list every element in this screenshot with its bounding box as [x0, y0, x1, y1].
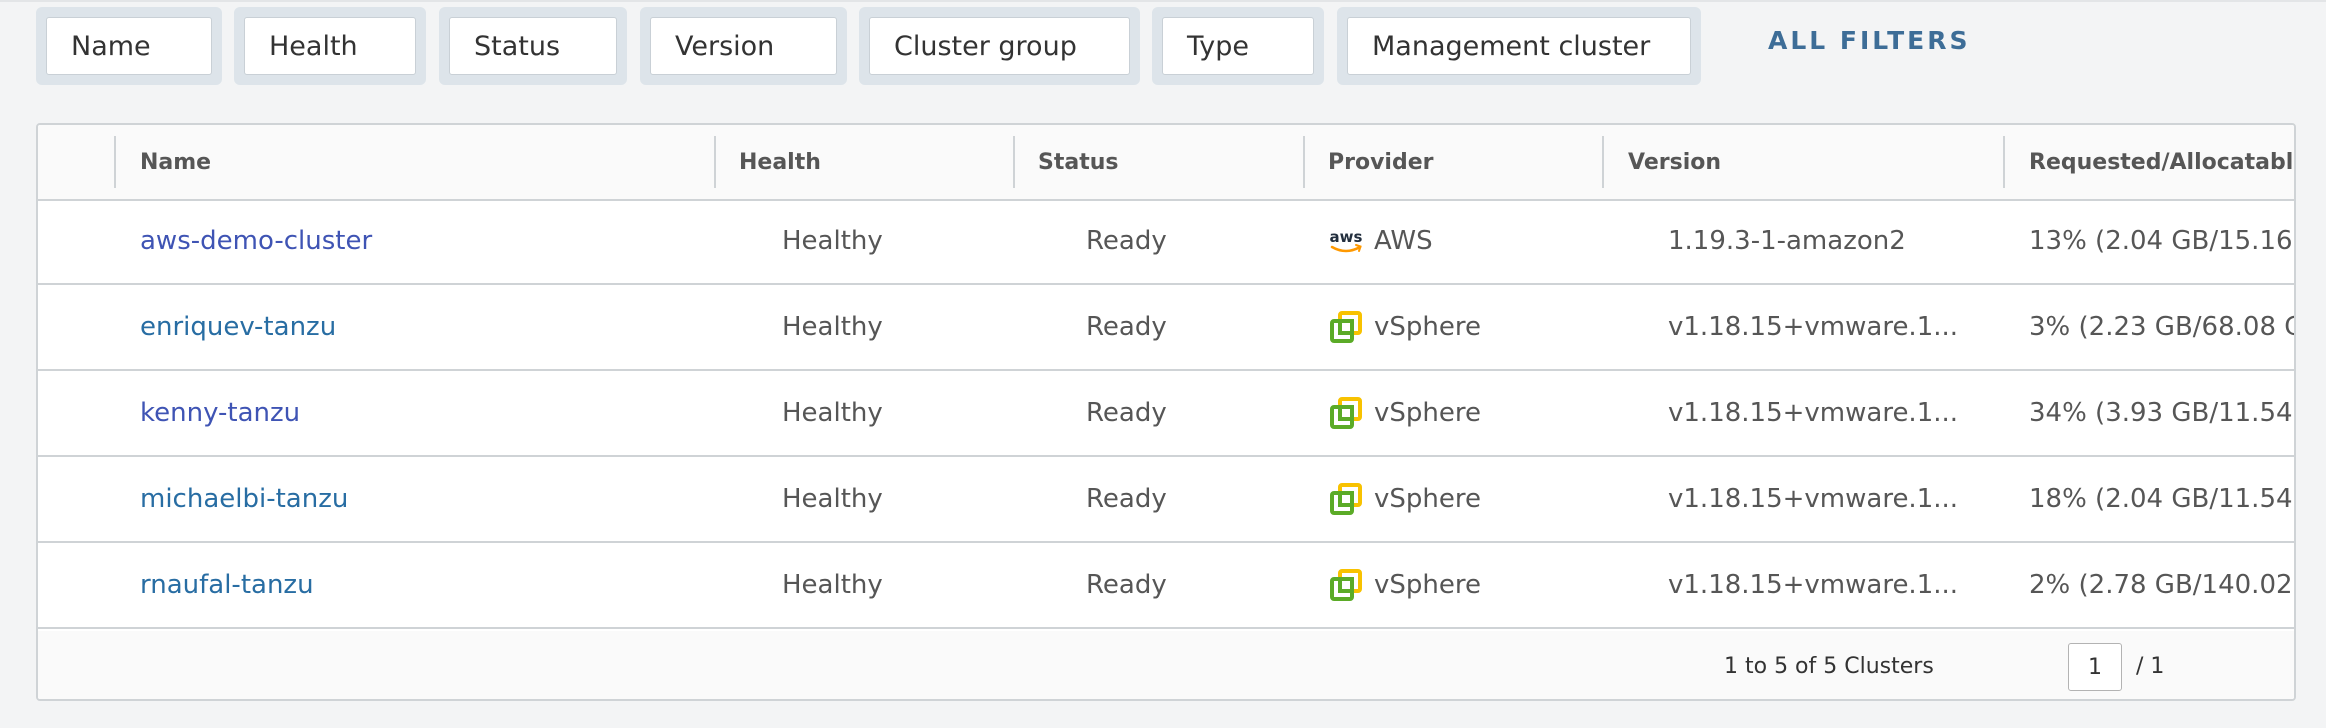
filter-chip-type[interactable]: Type	[1152, 7, 1324, 85]
column-separator[interactable]	[1013, 136, 1015, 188]
requested-allocatable-cell: 3% (2.23 GB/68.08 GE	[2029, 312, 2296, 342]
filter-chip-health[interactable]: Health	[234, 7, 426, 85]
filter-chip-management-cluster[interactable]: Management cluster	[1337, 7, 1701, 85]
filter-chip-status[interactable]: Status	[439, 7, 627, 85]
vsphere-icon	[1328, 567, 1364, 603]
provider-cell: vSphere	[1328, 457, 1481, 541]
datagrid-footer: 1 to 5 of 5 Clusters / 1	[38, 631, 2294, 699]
cluster-name-link[interactable]: kenny-tanzu	[140, 371, 300, 455]
version-cell: v1.18.15+vmware.1...	[1668, 570, 1959, 600]
version-cell: v1.18.15+vmware.1...	[1668, 312, 1959, 342]
clusters-datagrid: Name Health Status Provider Version Requ…	[36, 123, 2296, 701]
provider-cell: aws AWS	[1328, 199, 1433, 283]
filter-chip-label: Type	[1162, 17, 1314, 75]
column-header-requested-allocatable[interactable]: Requested/Allocatable m	[2029, 125, 2294, 199]
column-header-name[interactable]: Name	[140, 125, 211, 199]
aws-icon: aws	[1328, 223, 1364, 259]
all-filters-link[interactable]: ALL FILTERS	[1768, 26, 1970, 55]
cluster-name-link[interactable]: rnaufal-tanzu	[140, 543, 314, 627]
table-row: michaelbi-tanzu Healthy Ready vSphere v1…	[38, 457, 2294, 543]
vsphere-icon	[1328, 481, 1364, 517]
status-cell: Ready	[1086, 570, 1167, 600]
health-cell: Healthy	[782, 226, 883, 256]
column-separator[interactable]	[1303, 136, 1305, 188]
health-cell: Healthy	[782, 312, 883, 342]
cluster-name-link[interactable]: enriquev-tanzu	[140, 285, 336, 369]
provider-cell: vSphere	[1328, 285, 1481, 369]
cluster-name-link[interactable]: michaelbi-tanzu	[140, 457, 348, 541]
requested-allocatable-cell: 34% (3.93 GB/11.54 GE	[2029, 398, 2294, 428]
column-header-version[interactable]: Version	[1628, 125, 1721, 199]
vsphere-icon	[1328, 395, 1364, 431]
version-cell: v1.18.15+vmware.1...	[1668, 398, 1959, 428]
filter-bar: Name Health Status Version Cluster group…	[0, 0, 2326, 100]
table-row: kenny-tanzu Healthy Ready vSphere v1.18.…	[38, 371, 2294, 457]
column-separator[interactable]	[2003, 136, 2005, 188]
filter-chip-cluster-group[interactable]: Cluster group	[859, 7, 1140, 85]
provider-label: vSphere	[1374, 312, 1481, 342]
filter-chip-label: Health	[244, 17, 416, 75]
requested-allocatable-cell: 13% (2.04 GB/15.16 GB	[2029, 226, 2294, 256]
column-header-health[interactable]: Health	[739, 125, 821, 199]
filter-chip-label: Cluster group	[869, 17, 1130, 75]
column-separator[interactable]	[1602, 136, 1604, 188]
table-row: aws-demo-cluster Healthy Ready aws AWS 1…	[38, 199, 2294, 285]
filter-chip-label: Status	[449, 17, 617, 75]
provider-label: AWS	[1374, 226, 1433, 256]
cluster-name-link[interactable]: aws-demo-cluster	[140, 199, 372, 283]
status-cell: Ready	[1086, 226, 1167, 256]
health-cell: Healthy	[782, 398, 883, 428]
status-cell: Ready	[1086, 312, 1167, 342]
provider-cell: vSphere	[1328, 371, 1481, 455]
status-cell: Ready	[1086, 484, 1167, 514]
table-row: rnaufal-tanzu Healthy Ready vSphere v1.1…	[38, 543, 2294, 629]
health-cell: Healthy	[782, 484, 883, 514]
page-number-input[interactable]	[2068, 643, 2122, 691]
vsphere-icon	[1328, 309, 1364, 345]
provider-label: vSphere	[1374, 570, 1481, 600]
page-total: / 1	[2136, 653, 2165, 679]
svg-text:aws: aws	[1330, 228, 1363, 246]
table-row: enriquev-tanzu Healthy Ready vSphere v1.…	[38, 285, 2294, 371]
column-separator[interactable]	[114, 136, 116, 188]
filter-chip-label: Version	[650, 17, 837, 75]
provider-label: vSphere	[1374, 398, 1481, 428]
pagination-count: 1 to 5 of 5 Clusters	[1724, 653, 1934, 679]
requested-allocatable-cell: 18% (2.04 GB/11.54 GB	[2029, 484, 2294, 514]
column-header-provider[interactable]: Provider	[1328, 125, 1434, 199]
filter-chip-version[interactable]: Version	[640, 7, 847, 85]
health-cell: Healthy	[782, 570, 883, 600]
requested-allocatable-cell: 2% (2.78 GB/140.02 GI	[2029, 570, 2294, 600]
status-cell: Ready	[1086, 398, 1167, 428]
filter-chip-label: Management cluster	[1347, 17, 1691, 75]
filter-chip-name[interactable]: Name	[36, 7, 222, 85]
provider-cell: vSphere	[1328, 543, 1481, 627]
version-cell: 1.19.3-1-amazon2	[1668, 226, 1906, 256]
provider-label: vSphere	[1374, 484, 1481, 514]
column-separator[interactable]	[714, 136, 716, 188]
datagrid-header: Name Health Status Provider Version Requ…	[38, 125, 2294, 201]
filter-chip-label: Name	[46, 17, 212, 75]
version-cell: v1.18.15+vmware.1...	[1668, 484, 1959, 514]
column-header-status[interactable]: Status	[1038, 125, 1118, 199]
